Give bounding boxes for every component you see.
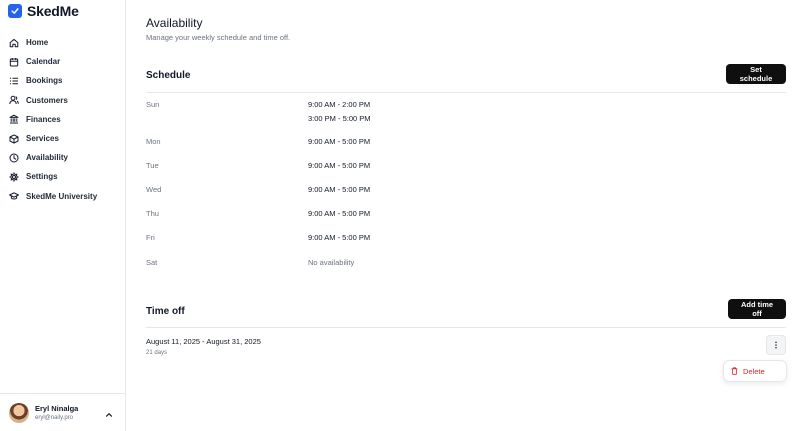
bank-icon xyxy=(9,114,19,124)
sidebar-nav: Home Calendar Bookings Customers Finance… xyxy=(0,33,125,206)
sidebar-item-label: Bookings xyxy=(26,76,63,86)
sidebar-item-availability[interactable]: Availability xyxy=(0,148,125,167)
users-icon xyxy=(9,95,19,105)
sidebar-item-label: SkedMe University xyxy=(26,191,98,201)
sidebar-item-customers[interactable]: Customers xyxy=(0,91,125,110)
user-name: Eryl Ninalga xyxy=(35,404,79,413)
sidebar-item-finances[interactable]: Finances xyxy=(0,110,125,129)
schedule-divider xyxy=(146,92,786,93)
more-options-button[interactable] xyxy=(766,335,786,355)
schedule-title: Schedule xyxy=(146,70,191,81)
sidebar-item-services[interactable]: Services xyxy=(0,129,125,148)
time-off-duration: 21 days xyxy=(146,350,168,356)
sidebar-item-label: Home xyxy=(26,38,49,48)
user-email: eryl@naily.pro xyxy=(35,415,73,421)
time-slot: 9:00 AM - 5:00 PM xyxy=(308,137,371,146)
slot-list: 9:00 AM - 5:00 PM xyxy=(308,137,370,146)
home-icon xyxy=(9,38,19,48)
calendar-check-logo-icon xyxy=(8,4,22,18)
box-icon xyxy=(9,133,19,144)
time-slot: 9:00 AM - 5:00 PM xyxy=(308,233,371,242)
sidebar-item-label: Availability xyxy=(26,153,68,163)
sidebar: SkedMe Home Calendar Bookings Customers xyxy=(0,0,126,431)
slot-list: 9:00 AM - 5:00 PM xyxy=(308,185,370,194)
day-label: Tue xyxy=(146,161,159,170)
more-vertical-icon xyxy=(775,341,777,349)
brand[interactable]: SkedMe xyxy=(8,2,79,20)
day-label: Wed xyxy=(146,185,162,194)
day-label: Mon xyxy=(146,137,161,146)
chevron-up-icon[interactable] xyxy=(104,407,114,417)
sidebar-item-home[interactable]: Home xyxy=(0,33,125,52)
time-slot: 9:00 AM - 5:00 PM xyxy=(308,161,371,170)
time-slot: 9:00 AM - 2:00 PM xyxy=(308,100,371,109)
sidebar-item-label: Settings xyxy=(26,172,58,182)
sidebar-item-calendar[interactable]: Calendar xyxy=(0,52,125,71)
sidebar-item-skedme-university[interactable]: SkedMe University xyxy=(0,187,125,206)
time-slot: 3:00 PM - 5:00 PM xyxy=(308,114,371,123)
avatar xyxy=(9,402,29,423)
time-off-title: Time off xyxy=(146,306,185,317)
slot-list: 9:00 AM - 5:00 PM xyxy=(308,209,370,218)
delete-menu-item[interactable]: Delete xyxy=(723,360,787,382)
time-slot: 9:00 AM - 5:00 PM xyxy=(308,185,371,194)
brand-name: SkedMe xyxy=(27,3,79,19)
list-icon xyxy=(9,76,19,86)
page-title: Availability xyxy=(146,16,203,30)
clock-icon xyxy=(9,153,19,163)
sidebar-item-bookings[interactable]: Bookings xyxy=(0,71,125,90)
user-profile[interactable]: Eryl Ninalga eryl@naily.pro xyxy=(0,393,125,431)
day-label: Sat xyxy=(146,258,158,267)
sidebar-item-label: Customers xyxy=(26,95,68,105)
trash-icon xyxy=(731,367,738,375)
sidebar-item-label: Services xyxy=(26,134,59,144)
slot-list: 9:00 AM - 5:00 PM xyxy=(308,233,370,242)
page-subtitle: Manage your weekly schedule and time off… xyxy=(146,33,291,42)
slot-list: 9:00 AM - 2:00 PM 3:00 PM - 5:00 PM xyxy=(308,100,371,123)
set-schedule-button[interactable]: Set schedule xyxy=(726,64,786,84)
slot-list: No availability xyxy=(308,258,354,267)
sidebar-item-label: Calendar xyxy=(26,57,61,67)
day-label: Thu xyxy=(146,209,159,218)
time-off-range: August 11, 2025 - August 31, 2025 xyxy=(146,337,261,346)
day-label: Sun xyxy=(146,100,160,109)
slot-list: 9:00 AM - 5:00 PM xyxy=(308,161,370,170)
calendar-icon xyxy=(9,57,19,67)
graduation-cap-icon xyxy=(9,191,19,201)
user-info: Eryl Ninalga eryl@naily.pro xyxy=(35,404,78,421)
time-slot: 9:00 AM - 5:00 PM xyxy=(308,209,371,218)
sidebar-item-label: Finances xyxy=(26,114,61,124)
delete-label: Delete xyxy=(743,366,765,376)
sidebar-item-settings[interactable]: Settings xyxy=(0,167,125,186)
day-label: Fri xyxy=(146,233,155,242)
add-time-off-button[interactable]: Add time off xyxy=(728,299,786,319)
no-availability-text: No availability xyxy=(308,258,355,267)
time-off-divider xyxy=(146,327,786,328)
gear-icon xyxy=(9,172,19,182)
